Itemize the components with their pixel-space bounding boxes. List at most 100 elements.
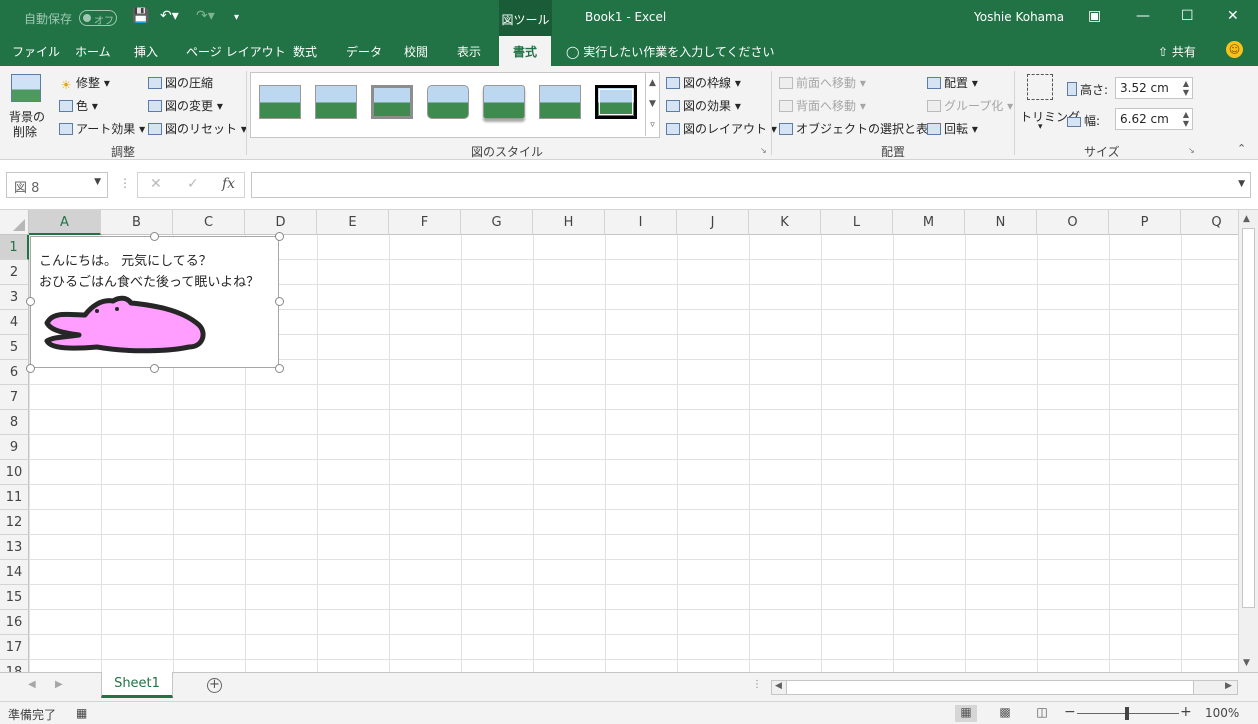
zoom-level[interactable]: 100% bbox=[1205, 706, 1239, 720]
resize-handle-bottom-right[interactable] bbox=[275, 364, 284, 373]
sheet-nav-next-icon[interactable]: ▶ bbox=[55, 679, 63, 690]
height-input[interactable]: 3.52 cm ▲ ▼ bbox=[1115, 77, 1193, 99]
redo-icon[interactable]: ↷▾ bbox=[196, 8, 215, 24]
tab-insert[interactable]: 挿入 bbox=[134, 43, 158, 60]
group-button[interactable]: グループ化 ▾ bbox=[927, 97, 1013, 114]
bring-forward-button[interactable]: 前面へ移動 ▾ bbox=[779, 74, 866, 91]
user-name[interactable]: Yoshie Kohama bbox=[974, 10, 1064, 24]
column-header-a[interactable]: A bbox=[29, 210, 101, 235]
column-header-f[interactable]: F bbox=[389, 210, 461, 235]
width-input[interactable]: 6.62 cm ▲ ▼ bbox=[1115, 108, 1193, 130]
zoom-slider-knob[interactable] bbox=[1125, 707, 1129, 720]
size-dialog-launcher-icon[interactable]: ↘ bbox=[1188, 146, 1195, 155]
save-icon[interactable]: 💾 bbox=[132, 8, 149, 24]
collapse-ribbon-icon[interactable]: ⌃ bbox=[1237, 142, 1246, 155]
horizontal-scroll-thumb[interactable] bbox=[786, 681, 1194, 694]
customize-qat-icon[interactable]: ▾ bbox=[234, 12, 239, 23]
row-header-4[interactable]: 4 bbox=[0, 310, 29, 335]
scroll-right-icon[interactable]: ▶ bbox=[1225, 681, 1232, 691]
row-header-14[interactable]: 14 bbox=[0, 560, 29, 585]
artistic-effects-button[interactable]: アート効果 ▾ bbox=[59, 120, 145, 137]
tab-split-grip-icon[interactable]: ⋮ bbox=[752, 679, 762, 690]
row-header-1[interactable]: 1 bbox=[0, 235, 29, 260]
tab-data[interactable]: データ bbox=[346, 43, 382, 60]
column-header-l[interactable]: L bbox=[821, 210, 893, 235]
column-header-h[interactable]: H bbox=[533, 210, 605, 235]
page-layout-view-icon[interactable]: ▩ bbox=[994, 705, 1016, 722]
dialog-launcher-icon[interactable]: ↘ bbox=[760, 146, 767, 155]
maximize-icon[interactable]: ☐ bbox=[1181, 8, 1194, 24]
resize-handle-left[interactable] bbox=[26, 297, 35, 306]
row-header-8[interactable]: 8 bbox=[0, 410, 29, 435]
normal-view-icon[interactable]: ▦ bbox=[955, 705, 977, 722]
gallery-scroll-down-icon[interactable]: ▼ bbox=[645, 94, 659, 115]
zoom-in-icon[interactable]: + bbox=[1180, 704, 1192, 720]
row-header-18[interactable]: 18 bbox=[0, 660, 29, 672]
change-picture-button[interactable]: 図の変更 ▾ bbox=[148, 97, 223, 114]
column-header-e[interactable]: E bbox=[317, 210, 389, 235]
resize-handle-bottom-left[interactable] bbox=[26, 364, 35, 373]
zoom-out-icon[interactable]: − bbox=[1064, 704, 1076, 720]
column-header-o[interactable]: O bbox=[1037, 210, 1109, 235]
undo-icon[interactable]: ↶▾ bbox=[160, 8, 179, 24]
send-backward-button[interactable]: 背面へ移動 ▾ bbox=[779, 97, 866, 114]
column-header-k[interactable]: K bbox=[749, 210, 821, 235]
select-all-button[interactable] bbox=[0, 210, 29, 235]
sheet-nav-prev-icon[interactable]: ◀ bbox=[28, 679, 36, 690]
row-header-6[interactable]: 6 bbox=[0, 360, 29, 385]
row-header-7[interactable]: 7 bbox=[0, 385, 29, 410]
resize-handle-top[interactable] bbox=[150, 232, 159, 241]
resize-handle-right[interactable] bbox=[275, 297, 284, 306]
corrections-button[interactable]: ☀ 修整 ▾ bbox=[59, 74, 110, 92]
column-header-c[interactable]: C bbox=[173, 210, 245, 235]
column-header-i[interactable]: I bbox=[605, 210, 677, 235]
column-header-p[interactable]: P bbox=[1109, 210, 1181, 235]
feedback-smiley-icon[interactable]: ☺ bbox=[1226, 41, 1243, 58]
vertical-scroll-thumb[interactable] bbox=[1242, 228, 1255, 608]
row-header-5[interactable]: 5 bbox=[0, 335, 29, 360]
align-button[interactable]: 配置 ▾ bbox=[927, 74, 978, 91]
share-button[interactable]: ⇧ 共有 bbox=[1158, 43, 1196, 60]
name-box[interactable]: 図 8 ▼ bbox=[6, 172, 108, 198]
tell-me-search[interactable]: ◯ 実行したい作業を入力してください bbox=[566, 43, 775, 60]
style-thumbnail-7[interactable] bbox=[595, 85, 637, 119]
height-spinner-icon[interactable]: ▲ ▼ bbox=[1183, 79, 1189, 97]
column-header-m[interactable]: M bbox=[893, 210, 965, 235]
tab-formulas[interactable]: 数式 bbox=[293, 43, 317, 60]
enter-icon[interactable]: ✓ bbox=[187, 176, 199, 192]
compress-pictures-button[interactable]: 図の圧縮 bbox=[148, 74, 213, 91]
width-spinner-icon[interactable]: ▲ ▼ bbox=[1183, 110, 1189, 128]
scroll-down-icon[interactable]: ▼ bbox=[1243, 658, 1250, 668]
horizontal-scrollbar[interactable]: ◀ ▶ bbox=[771, 680, 1238, 695]
page-break-preview-icon[interactable]: ◫ bbox=[1031, 705, 1053, 722]
macro-record-icon[interactable]: ▦ bbox=[76, 706, 87, 720]
name-box-dropdown-icon[interactable]: ▼ bbox=[94, 177, 101, 187]
sheet-tab-sheet1[interactable]: Sheet1 bbox=[101, 672, 173, 698]
selection-pane-button[interactable]: オブジェクトの選択と表示 bbox=[779, 120, 940, 137]
style-thumbnail-2[interactable] bbox=[315, 85, 357, 119]
scroll-left-icon[interactable]: ◀ bbox=[775, 681, 782, 691]
row-header-9[interactable]: 9 bbox=[0, 435, 29, 460]
tab-format[interactable]: 書式 bbox=[499, 36, 552, 66]
insert-function-icon[interactable]: fx bbox=[222, 176, 235, 192]
tab-file[interactable]: ファイル bbox=[12, 43, 60, 60]
column-header-d[interactable]: D bbox=[245, 210, 317, 235]
gallery-more-icon[interactable]: ▿ bbox=[645, 115, 659, 136]
column-header-g[interactable]: G bbox=[461, 210, 533, 235]
formula-input[interactable]: ▼ bbox=[251, 172, 1251, 198]
scroll-up-icon[interactable]: ▲ bbox=[1243, 214, 1250, 224]
color-button[interactable]: 色 ▾ bbox=[59, 97, 98, 114]
tab-review[interactable]: 校閲 bbox=[404, 43, 428, 60]
close-icon[interactable]: ✕ bbox=[1227, 8, 1239, 24]
row-header-12[interactable]: 12 bbox=[0, 510, 29, 535]
row-header-13[interactable]: 13 bbox=[0, 535, 29, 560]
minimize-icon[interactable]: — bbox=[1136, 8, 1150, 24]
picture-effects-button[interactable]: 図の効果 ▾ bbox=[666, 97, 741, 114]
resize-handle-bottom[interactable] bbox=[150, 364, 159, 373]
row-header-2[interactable]: 2 bbox=[0, 260, 29, 285]
ribbon-display-options-icon[interactable]: ▣ bbox=[1088, 8, 1101, 24]
expand-formula-bar-icon[interactable]: ▼ bbox=[1238, 179, 1245, 189]
rotate-button[interactable]: 回転 ▾ bbox=[927, 120, 978, 137]
new-sheet-icon[interactable]: + bbox=[207, 678, 222, 693]
selected-picture[interactable]: こんにちは。 元気にしてる？ おひるごはん食べた後って眠いよね？ bbox=[30, 236, 279, 368]
